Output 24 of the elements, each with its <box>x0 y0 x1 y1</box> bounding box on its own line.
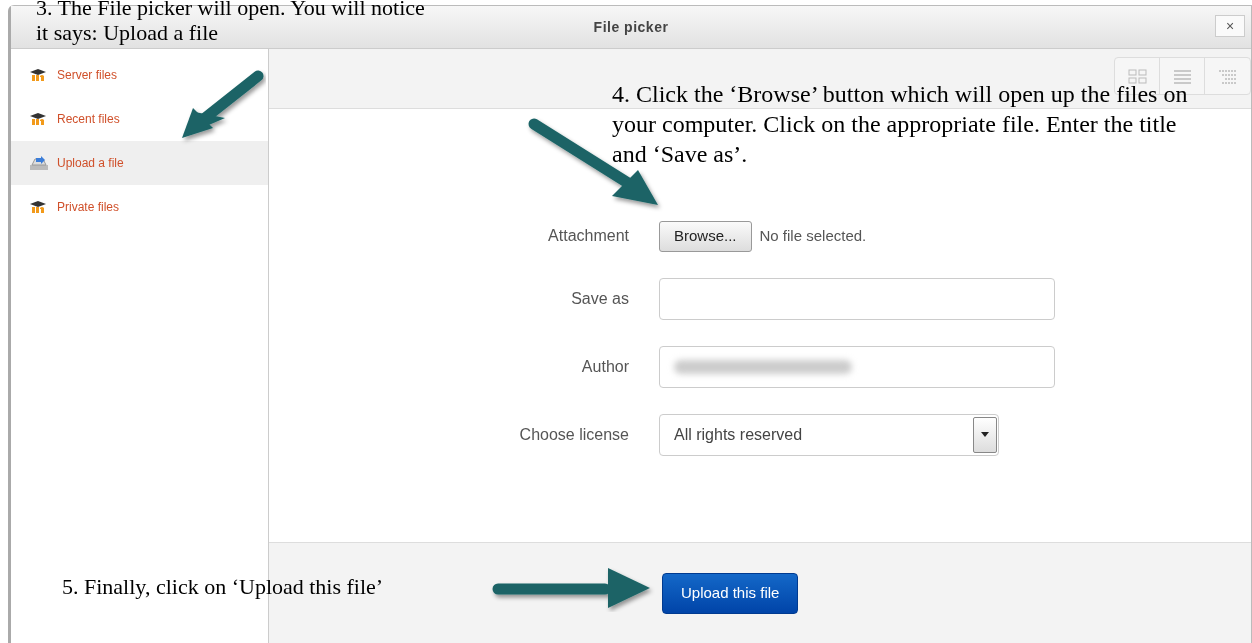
field-label: Author <box>580 356 630 377</box>
annotation-text: 5. Finally, click on ‘Upload this file’ <box>62 573 385 600</box>
annotation-text: 4. Click the ‘Browse’ button which will open up the files on your computer. Click on the appropriate file. Enter the title and ‘Save as’. <box>612 80 1189 169</box>
tree-view-icon <box>1218 68 1237 84</box>
upload-tray-icon <box>29 155 49 171</box>
input-field[interactable] <box>659 345 1055 388</box>
field-label: Save as <box>570 288 630 309</box>
grid-view-icon <box>1127 68 1147 84</box>
license-dropdown[interactable]: All rights reserved <box>659 413 999 456</box>
close-button[interactable]: × <box>1215 15 1245 37</box>
window-title: File picker <box>593 17 669 37</box>
annotation-text: it says: Upload a file <box>36 20 220 46</box>
upload-button[interactable]: Upload this file <box>662 573 799 614</box>
annotation-text: 3. The File picker will open. You will notice <box>36 0 426 21</box>
sidebar-item[interactable]: Server files <box>11 53 268 97</box>
input-field[interactable] <box>659 277 1055 320</box>
sidebar-item[interactable]: Recent files <box>11 97 268 141</box>
file-status-text: No file selected. <box>759 226 867 246</box>
field-label: Choose license <box>518 424 630 445</box>
field-label: Attachment <box>547 226 630 247</box>
sidebar-item[interactable]: Private files <box>11 185 268 229</box>
sidebar-item[interactable]: Upload a file <box>11 141 268 185</box>
browse-button[interactable]: Browse... <box>659 221 752 252</box>
list-view-icon <box>1172 68 1192 84</box>
